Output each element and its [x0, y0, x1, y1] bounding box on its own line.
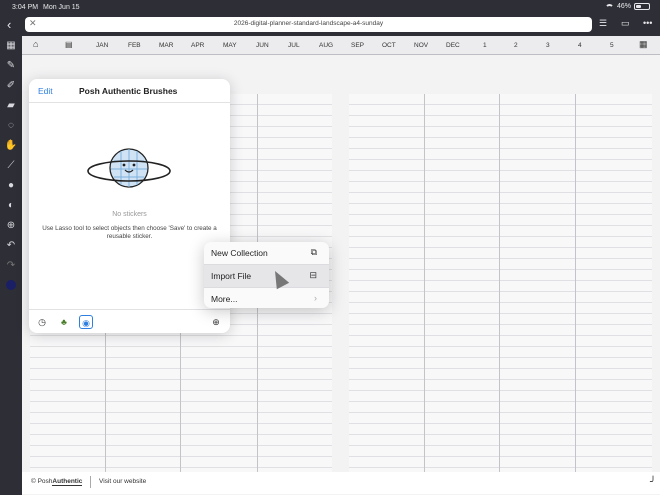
copyright-prefix: © Posh	[31, 478, 53, 485]
undo-icon[interactable]: ↶	[4, 239, 18, 253]
page-curl-icon[interactable]: ╯	[650, 477, 656, 488]
status-bar: 3:04 PM Mon Jun 15 46%	[0, 0, 660, 15]
stickers-panel-footer: ◷ ♣ ◉ ⊕	[29, 309, 230, 333]
back-chevron-icon[interactable]: ‹	[7, 18, 11, 31]
list-view-icon[interactable]: ☰	[599, 18, 607, 29]
add-menu: New Collection ⧉ Import File ⊟ More... ›	[204, 242, 329, 308]
recent-clock-icon[interactable]: ◷	[35, 315, 49, 329]
document-title: 2026-digital-planner-standard-landscape-…	[233, 20, 384, 27]
top-toolbar: ‹ ✕ 2026-digital-planner-standard-landsc…	[0, 15, 660, 35]
color-swatch-dot	[6, 280, 16, 290]
redo-icon[interactable]: ↷	[4, 259, 18, 273]
tool-sidebar: ▦ ✎ ✐ ▰ ◌ ✋ ⟋ ● ◐ ⊕ ↶ ↷	[0, 36, 22, 495]
nav-month-dec[interactable]: DEC	[446, 42, 460, 49]
stickers-panel: Edit Posh Authentic Brushes No stickers …	[29, 79, 230, 333]
collection-title: Posh Authentic Brushes	[79, 86, 178, 96]
battery-percent: 46%	[616, 3, 631, 10]
planner-lines-right	[349, 94, 652, 474]
menu-item-import-file[interactable]: Import File ⊟	[204, 265, 329, 287]
calendar-icon[interactable]: ▤	[65, 40, 73, 49]
nav-week-1[interactable]: 1	[483, 42, 487, 49]
menu-item-label: More...	[211, 294, 238, 304]
nav-week-4[interactable]: 4	[578, 42, 582, 49]
nav-month-jul[interactable]: JUL	[288, 42, 300, 49]
wifi-icon	[604, 3, 614, 10]
menu-item-label: Import File	[211, 271, 252, 281]
eraser-icon[interactable]: ▰	[4, 99, 18, 113]
nav-month-aug[interactable]: AUG	[319, 42, 333, 49]
nav-month-apr[interactable]: APR	[191, 42, 204, 49]
drive-icon: ⊟	[309, 270, 317, 280]
nav-week-2[interactable]: 2	[514, 42, 518, 49]
highlighter-icon[interactable]: ✐	[4, 79, 18, 93]
thumbnails-grid-icon[interactable]: ▦	[4, 39, 18, 53]
nav-month-nov[interactable]: NOV	[414, 42, 428, 49]
status-time: 3:04 PM	[12, 4, 39, 11]
menu-item-label: New Collection	[211, 248, 268, 258]
nav-month-jun[interactable]: JUN	[256, 42, 269, 49]
edit-button[interactable]: Edit	[38, 86, 53, 96]
menu-item-new-collection[interactable]: New Collection ⧉	[204, 242, 329, 264]
nav-month-oct[interactable]: OCT	[382, 42, 396, 49]
column-divider	[575, 94, 576, 474]
menu-item-more[interactable]: More... ›	[204, 288, 329, 308]
color-swatch[interactable]	[4, 280, 18, 294]
page-view-icon[interactable]: ▭	[621, 18, 630, 29]
visit-website-link[interactable]: Visit our website	[99, 478, 146, 485]
nav-month-sep[interactable]: SEP	[351, 42, 364, 49]
eyedropper-icon[interactable]: ⟋	[4, 159, 18, 173]
more-options-icon[interactable]: •••	[643, 18, 652, 28]
nav-week-3[interactable]: 3	[546, 42, 550, 49]
nav-month-feb[interactable]: FEB	[128, 42, 141, 49]
lasso-icon[interactable]: ◌	[4, 119, 18, 133]
column-divider	[499, 94, 500, 474]
planet-illustration	[87, 148, 171, 188]
new-collection-icon: ⧉	[310, 247, 317, 257]
sticker-hand-icon[interactable]: ✋	[4, 139, 18, 153]
planner-nav-bar: ⌂ ▤ JAN FEB MAR APR MAY JUN JUL AUG SEP …	[22, 36, 660, 55]
copyright-brand[interactable]: Authentic	[52, 478, 83, 486]
status-right: 46%	[604, 3, 650, 10]
empty-state-help: Use Lasso tool to select objects then ch…	[42, 225, 217, 240]
add-element-icon[interactable]: ⊕	[4, 219, 18, 233]
pen-icon[interactable]: ✎	[4, 59, 18, 73]
footer-divider	[90, 476, 91, 488]
microphone-icon[interactable]: ●	[4, 179, 18, 193]
home-icon[interactable]: ⌂	[33, 39, 38, 49]
empty-state-label: No stickers	[112, 211, 147, 218]
laser-pointer-icon[interactable]: ◐	[4, 199, 18, 213]
chevron-right-icon: ›	[314, 293, 317, 303]
copyright-text: © PoshAuthentic	[31, 478, 83, 486]
document-tab[interactable]: ✕ 2026-digital-planner-standard-landscap…	[25, 17, 592, 32]
battery-icon	[634, 3, 650, 10]
selected-collection-icon[interactable]: ◉	[79, 315, 93, 329]
column-divider	[424, 94, 425, 474]
nav-month-may[interactable]: MAY	[223, 42, 237, 49]
add-collection-icon[interactable]: ⊕	[209, 315, 223, 329]
stickers-panel-header: Edit Posh Authentic Brushes	[29, 79, 230, 103]
status-date: Mon Jun 15	[43, 4, 80, 11]
nav-month-jan[interactable]: JAN	[96, 42, 108, 49]
cactus-collection-icon[interactable]: ♣	[57, 315, 71, 329]
planner-footer: © PoshAuthentic Visit our website ╯	[22, 472, 660, 494]
nav-month-mar[interactable]: MAR	[159, 42, 173, 49]
planner-index-icon[interactable]: ▦	[639, 39, 648, 50]
nav-week-5[interactable]: 5	[610, 42, 614, 49]
